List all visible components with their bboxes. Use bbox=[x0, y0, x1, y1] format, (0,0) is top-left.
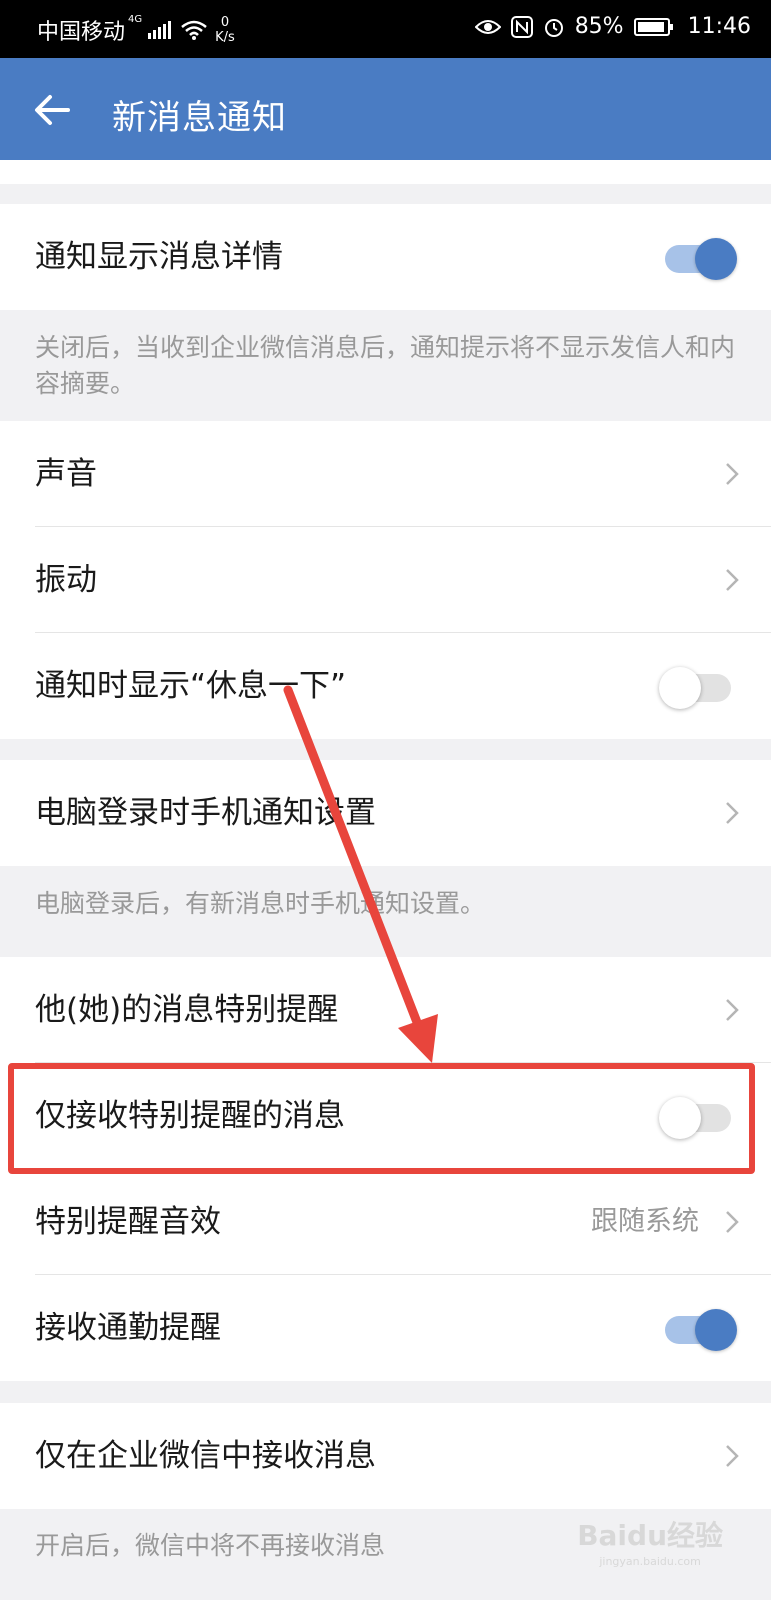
wifi-icon bbox=[181, 20, 207, 40]
row-vibration[interactable]: 振动 bbox=[0, 527, 771, 633]
row-label: 声音 bbox=[35, 456, 97, 492]
chevron-right-icon bbox=[726, 569, 739, 591]
row-label: 振动 bbox=[35, 562, 97, 598]
row-commute[interactable]: 接收通勤提醒 bbox=[0, 1275, 771, 1381]
page-title: 新消息通知 bbox=[112, 98, 287, 138]
group-only-wecom: 仅在企业微信中接收消息 bbox=[0, 1403, 771, 1509]
chevron-right-icon bbox=[726, 463, 739, 485]
group-message-details: 通知显示消息详情 bbox=[0, 204, 771, 310]
chevron-right-icon bbox=[726, 999, 739, 1021]
row-show-details[interactable]: 通知显示消息详情 bbox=[0, 204, 771, 310]
chevron-right-icon bbox=[726, 1445, 739, 1467]
show-details-hint: 关闭后，当收到企业微信消息后，通知提示将不显示发信人和内容摘要。 bbox=[35, 333, 736, 398]
row-sound[interactable]: 声音 bbox=[0, 421, 771, 527]
row-label: 仅在企业微信中接收消息 bbox=[35, 1438, 376, 1474]
carrier-label: 中国移动 bbox=[37, 20, 126, 45]
nfc-icon bbox=[510, 15, 533, 38]
signal-icon bbox=[148, 21, 172, 39]
row-special-sound[interactable]: 特别提醒音效 跟随系统 bbox=[0, 1169, 771, 1275]
top-divider-strip bbox=[0, 160, 771, 184]
alarm-icon bbox=[544, 18, 563, 37]
commute-toggle[interactable] bbox=[659, 1309, 737, 1351]
row-label: 通知显示消息详情 bbox=[35, 239, 283, 275]
battery-icon bbox=[633, 17, 673, 36]
row-special-reminder[interactable]: 他(她)的消息特别提醒 bbox=[0, 957, 771, 1063]
battery-percent: 85% bbox=[574, 14, 624, 39]
baidu-watermark: Baidu经验 jingyan.baidu.com bbox=[577, 1519, 723, 1569]
row-pc-login[interactable]: 电脑登录时手机通知设置 bbox=[0, 760, 771, 866]
pc-login-hint: 电脑登录后，有新消息时手机通知设置。 bbox=[35, 889, 486, 918]
chevron-right-icon bbox=[726, 1211, 739, 1233]
show-rest-toggle[interactable] bbox=[659, 667, 737, 709]
row-label: 特别提醒音效 bbox=[35, 1204, 221, 1240]
chevron-right-icon bbox=[726, 802, 739, 824]
clock: 11:46 bbox=[687, 14, 751, 39]
show-details-toggle[interactable] bbox=[659, 238, 737, 280]
app-bar: 新消息通知 bbox=[0, 58, 771, 160]
row-label: 电脑登录时手机通知设置 bbox=[35, 795, 376, 831]
group-pc-login: 电脑登录时手机通知设置 bbox=[0, 760, 771, 866]
eye-icon bbox=[474, 19, 501, 34]
row-label: 他(她)的消息特别提醒 bbox=[35, 992, 339, 1028]
row-show-rest[interactable]: 通知时显示“休息一下” bbox=[0, 633, 771, 739]
row-label: 通知时显示“休息一下” bbox=[35, 668, 347, 704]
special-sound-value: 跟随系统 bbox=[591, 1206, 699, 1237]
network-type: 4G bbox=[128, 14, 143, 25]
status-bar: 中国移动 4G 0 K/s 85% 11:46 bbox=[0, 0, 771, 58]
net-speed: 0 K/s bbox=[215, 15, 235, 45]
group-sound: 声音 振动 通知时显示“休息一下” bbox=[0, 421, 771, 739]
row-label: 接收通勤提醒 bbox=[35, 1310, 221, 1346]
row-only-wecom[interactable]: 仅在企业微信中接收消息 bbox=[0, 1403, 771, 1509]
back-arrow-icon[interactable] bbox=[30, 88, 74, 132]
highlight-box bbox=[8, 1063, 755, 1174]
